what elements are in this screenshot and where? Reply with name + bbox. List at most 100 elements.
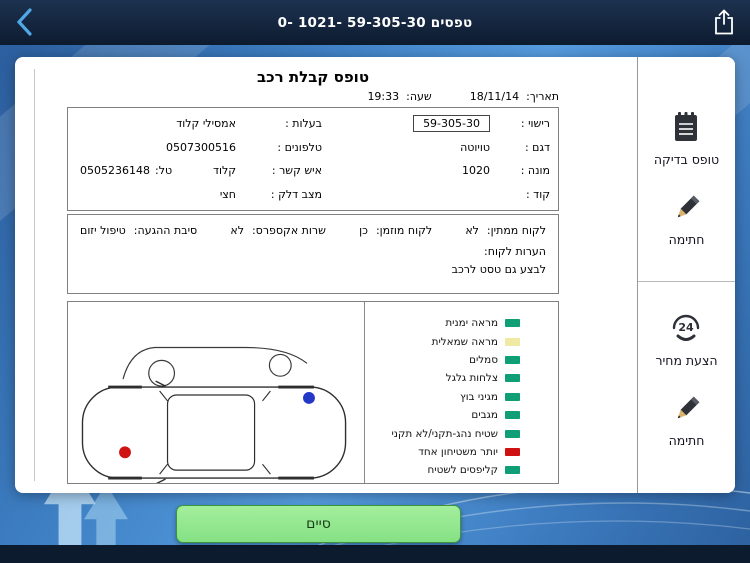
checklist-label: צלחות גלגל (445, 372, 498, 385)
date-time-row: תאריך: 18/11/14 שעה: 19:33 (67, 90, 559, 103)
pencil-icon (677, 396, 699, 419)
share-button[interactable] (710, 9, 738, 37)
inspection-form-icon (675, 112, 698, 141)
express-value: לא (230, 224, 244, 237)
status-swatch (505, 447, 520, 456)
license-value-cell: 59-305-30 (322, 115, 492, 133)
form-card: טופס קבלת רכב תאריך: 18/11/14 שעה: 19:33… (15, 57, 735, 493)
checklist-item-wipers[interactable]: מגבים (369, 406, 520, 424)
scheduled-value: כן (359, 224, 368, 237)
reason-value: טיפול יזום (80, 224, 126, 237)
tel-value: 0505236148 (80, 164, 150, 178)
share-icon (715, 9, 733, 35)
phone-24-icon: 24 (673, 314, 700, 341)
checklist-item-wheel-covers[interactable]: צלחות גלגל (369, 369, 520, 387)
customer-scheduled: לקוח מוזמן: כן (359, 224, 432, 237)
finish-button[interactable]: סיים (176, 505, 461, 543)
checklist-item-extra-mats[interactable]: יותר משטיחון אחד (369, 443, 520, 461)
svg-text:24: 24 (679, 321, 695, 334)
checklist-item-emblems[interactable]: סמלים (369, 351, 520, 369)
chevron-left-icon (16, 8, 32, 36)
car-damage-diagram[interactable] (68, 302, 364, 483)
owner-value: אמסילי קלוד (176, 117, 236, 131)
reason-label: סיבת ההגעה: (133, 224, 198, 237)
checklist-item-left-mirror[interactable]: מראה שמאלית (369, 332, 520, 350)
pencil-icon (677, 195, 699, 218)
checklist-label: מגיני בוץ (460, 390, 498, 403)
contact-label: איש קשר : (271, 164, 322, 178)
bottom-bar (0, 545, 750, 563)
express-label: שרות אקספרס: (251, 224, 326, 237)
exterior-checklist: מראה ימנית מראה שמאלית סמלים צלחות גלגל (364, 302, 558, 483)
status-swatch (505, 374, 520, 383)
status-swatch (505, 411, 520, 420)
time-label: שעה: (406, 90, 432, 103)
odometer-value: 1020 (462, 164, 490, 178)
fuel-label: מצב דלק : (270, 187, 322, 201)
time-value: 19:33 (367, 90, 400, 103)
sidebar-item-signature-2[interactable]: חתימה (668, 394, 705, 448)
arrival-reason: סיבת ההגעה: טיפול יזום (80, 224, 197, 237)
inspection-form-label: טופס בדיקה (653, 152, 720, 167)
status-swatch (505, 319, 520, 328)
customer-notes-label: הערות לקוח: (484, 245, 546, 258)
contact-value-cell: קלוד טל: 0505236148 (76, 164, 238, 177)
signature-label: חתימה (668, 433, 705, 448)
nav-title: 0- 1021- 59-305-30 טפסים (277, 14, 473, 31)
date-value: 18/11/14 (469, 90, 520, 103)
tel-label: טל: (155, 164, 173, 178)
back-button[interactable] (8, 7, 42, 39)
code-label: קוד : (525, 187, 550, 201)
status-swatch (505, 355, 520, 364)
checklist-label: מראה ימנית (445, 317, 498, 330)
checklist-label: קליפסים לשטיח (427, 464, 498, 477)
status-swatch (505, 466, 520, 475)
status-swatch (505, 392, 520, 401)
phones-value: 0507300516 (166, 140, 236, 154)
status-swatch (505, 337, 520, 346)
visit-status-box: לקוח ממתין: לא לקוח מוזמן: כן שרות אקספר… (67, 214, 559, 294)
checklist-item-mud-flaps[interactable]: מגיני בוץ (369, 388, 520, 406)
checklist-label: מראה שמאלית (431, 335, 498, 348)
car-top-view-sketch (81, 346, 347, 483)
visit-status-row: לקוח ממתין: לא לקוח מוזמן: כן שרות אקספר… (80, 224, 546, 237)
customer-notes-text: לבצע גם טסט לרכב (451, 263, 546, 276)
form-title: טופס קבלת רכב (256, 68, 370, 86)
license-label: רישוי : (520, 117, 550, 131)
vehicle-reception-form: טופס קבלת רכב תאריך: 18/11/14 שעה: 19:33… (45, 57, 637, 493)
checklist-label: סמלים (469, 353, 498, 366)
owner-label: בעלות : (285, 117, 322, 131)
checklist-item-mat-clips[interactable]: קליפסים לשטיח (369, 461, 520, 479)
checklist-label: מגבים (471, 409, 498, 422)
screen: 0- 1021- 59-305-30 טפסים טופס קבלת רכב ת… (0, 0, 750, 563)
tel-group: טל: 0505236148 (80, 164, 172, 177)
vehicle-details-box: רישוי : 59-305-30 בעלות : אמסילי קלוד דג… (67, 107, 559, 211)
sidebar-item-inspection-form[interactable]: טופס בדיקה (654, 111, 719, 167)
model-value: טויוטה (460, 140, 490, 154)
page-edge (34, 69, 35, 481)
fuel-value: חצי (219, 187, 236, 201)
price-quote-label: הצעת מחיר (655, 353, 718, 368)
sidebar-divider (638, 281, 735, 282)
date-label: תאריך: (526, 90, 559, 103)
sidebar: טופס בדיקה חתימה 24 הצעת מחיר חתימה (637, 57, 735, 493)
damage-marker-red[interactable] (119, 446, 131, 459)
odometer-label: מונה : (520, 164, 550, 178)
sidebar-item-signature-1[interactable]: חתימה (668, 193, 705, 247)
contact-value: קלוד (212, 164, 236, 178)
license-plate-field[interactable]: 59-305-30 (413, 115, 490, 133)
signature-label: חתימה (668, 232, 705, 247)
model-label: דגם : (524, 140, 550, 154)
damage-marker-blue[interactable] (303, 392, 315, 404)
sidebar-item-price-quote[interactable]: 24 הצעת מחיר (655, 308, 718, 368)
waiting-label: לקוח ממתין: (486, 224, 546, 237)
express-service: שרות אקספרס: לא (230, 224, 326, 237)
checklist-item-driver-mat[interactable]: שטיח נהג-תקני/לא תקני (369, 424, 520, 442)
waiting-value: לא (465, 224, 479, 237)
navbar: 0- 1021- 59-305-30 טפסים (0, 0, 750, 45)
phones-label: טלפונים : (277, 140, 322, 154)
checklist-item-right-mirror[interactable]: מראה ימנית (369, 314, 520, 332)
checklist-label: שטיח נהג-תקני/לא תקני (391, 427, 498, 440)
checklist-label: יותר משטיחון אחד (418, 445, 498, 458)
scheduled-label: לקוח מוזמן: (375, 224, 433, 237)
